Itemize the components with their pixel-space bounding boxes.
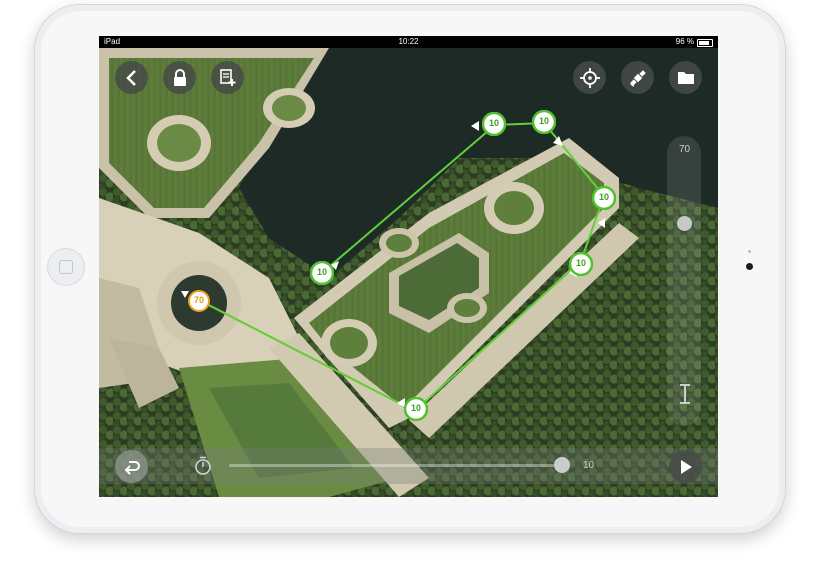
home-button[interactable]	[47, 248, 85, 286]
status-bar: iPad 10:22 96 %	[99, 36, 718, 48]
play-button[interactable]	[669, 450, 702, 483]
crosshair-locate-icon	[579, 67, 600, 88]
satellite-icon	[629, 69, 646, 87]
waypoint-altitude-label: 10	[538, 116, 549, 126]
waypoint-altitude-label: 10	[575, 258, 586, 268]
undo-button[interactable]	[115, 450, 148, 483]
speed-value-label: 10	[583, 460, 595, 471]
lock-icon	[173, 68, 186, 86]
battery-percent: 96 %	[675, 37, 694, 46]
satellite-button[interactable]	[621, 61, 654, 94]
back-button[interactable]	[115, 61, 148, 94]
back-chevron-icon	[125, 69, 136, 86]
waypoint-marker[interactable]: 10	[403, 396, 429, 426]
waypoint-marker[interactable]: 10	[309, 260, 335, 290]
play-icon	[680, 459, 692, 474]
waypoint-altitude-label: 10	[598, 192, 609, 202]
screen: iPad 10:22 96 % 70 10 10 10 10 10 10 70 …	[99, 36, 718, 497]
locate-button[interactable]	[573, 61, 606, 94]
height-range-icon	[680, 384, 690, 404]
altitude-slider[interactable]	[667, 136, 701, 426]
speed-slider[interactable]	[229, 464, 564, 467]
altitude-max-label: 70	[679, 144, 691, 155]
front-camera	[746, 263, 753, 270]
battery-icon	[697, 39, 713, 47]
waypoint-marker[interactable]: 10	[591, 185, 617, 215]
add-waypoint-button[interactable]	[211, 61, 244, 94]
waypoint-marker[interactable]: 10	[481, 111, 507, 141]
light-sensor	[748, 250, 751, 253]
clock: 10:22	[398, 37, 419, 46]
lock-button[interactable]	[163, 61, 196, 94]
speed-slider-knob[interactable]	[554, 457, 570, 473]
waypoint-marker[interactable]: 10	[568, 251, 594, 281]
waypoint-altitude-label: 10	[488, 118, 499, 128]
waypoint-altitude-label: 70	[193, 295, 204, 305]
undo-icon	[124, 460, 140, 475]
home-point-marker[interactable]: 70	[188, 290, 210, 317]
stopwatch-icon	[195, 456, 211, 475]
folder-icon	[677, 72, 694, 84]
add-waypoint-document-icon	[219, 68, 235, 86]
altitude-slider-knob[interactable]	[677, 216, 692, 231]
waypoint-altitude-label: 10	[410, 403, 421, 413]
waypoint-altitude-label: 10	[316, 267, 327, 277]
waypoint-marker[interactable]: 10	[531, 109, 557, 139]
folder-button[interactable]	[669, 61, 702, 94]
satellite-map[interactable]	[99, 48, 718, 497]
